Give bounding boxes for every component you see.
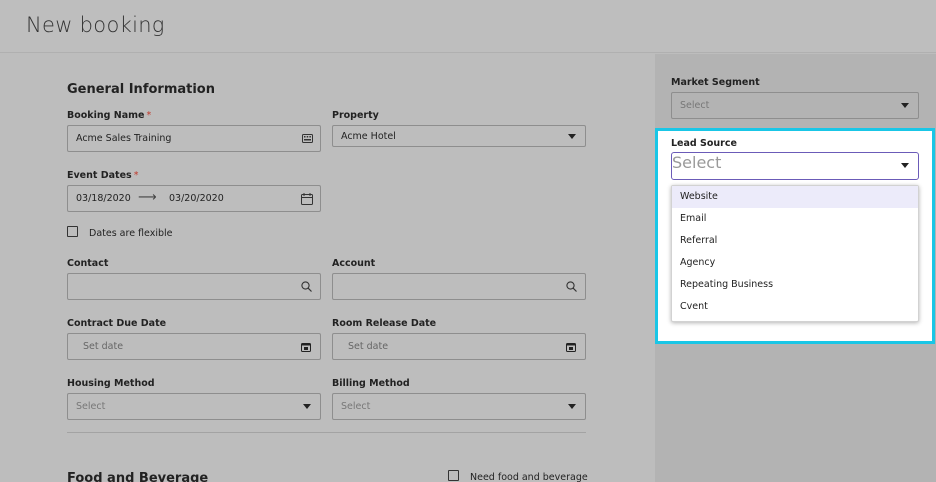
- room-release-placeholder: Set date: [348, 341, 389, 352]
- billing-method-placeholder: Select: [341, 401, 371, 412]
- option-website[interactable]: Website: [672, 186, 918, 208]
- lead-source-placeholder: Select: [672, 153, 722, 172]
- arrow-right-icon: ⟶: [138, 190, 157, 205]
- dates-flexible-label: Dates are flexible: [89, 228, 173, 239]
- event-dates-label: Event Dates *: [67, 170, 139, 181]
- event-start-date: 03/18/2020: [76, 193, 131, 204]
- header-bar: New booking: [0, 0, 936, 53]
- property-select[interactable]: Acme Hotel: [332, 125, 586, 147]
- billing-method-label: Billing Method: [332, 378, 410, 389]
- calendar-icon[interactable]: [301, 193, 313, 208]
- market-segment-placeholder: Select: [680, 100, 710, 111]
- search-icon: [566, 281, 577, 295]
- contract-due-placeholder: Set date: [83, 341, 124, 352]
- chevron-down-icon: [901, 163, 909, 168]
- account-label: Account: [332, 258, 376, 269]
- billing-method-select[interactable]: Select: [332, 393, 586, 420]
- lead-source-label: Lead Source: [671, 138, 737, 149]
- chevron-down-icon: [568, 404, 576, 409]
- calendar-icon[interactable]: [301, 342, 311, 355]
- option-cvent[interactable]: Cvent: [672, 296, 918, 318]
- need-food-label: Need food and beverage: [470, 472, 588, 482]
- contact-search-input[interactable]: [67, 273, 321, 300]
- market-segment-select[interactable]: Select: [671, 92, 919, 119]
- keyboard-icon: [302, 134, 313, 146]
- section-title-general: General Information: [67, 82, 215, 97]
- chevron-down-icon: [901, 103, 909, 108]
- page-title: New booking: [26, 13, 165, 37]
- need-food-checkbox[interactable]: [448, 470, 459, 481]
- account-search-input[interactable]: [332, 273, 586, 300]
- booking-name-label: Booking Name *: [67, 110, 152, 121]
- contact-label: Contact: [67, 258, 109, 269]
- option-agency[interactable]: Agency: [672, 252, 918, 274]
- contract-due-date-input[interactable]: Set date: [67, 333, 321, 360]
- option-referral[interactable]: Referral: [672, 230, 918, 252]
- option-email[interactable]: Email: [672, 208, 918, 230]
- calendar-icon[interactable]: [566, 342, 576, 355]
- housing-method-select[interactable]: Select: [67, 393, 321, 420]
- dates-flexible-checkbox[interactable]: [67, 226, 78, 237]
- housing-method-label: Housing Method: [67, 378, 155, 389]
- contract-due-label: Contract Due Date: [67, 318, 167, 329]
- event-dates-input[interactable]: 03/18/2020 ⟶ 03/20/2020: [67, 185, 321, 212]
- booking-name-value: Acme Sales Training: [76, 133, 172, 144]
- lead-source-select[interactable]: Select: [671, 152, 919, 180]
- room-release-label: Room Release Date: [332, 318, 437, 329]
- market-segment-label: Market Segment: [671, 77, 760, 88]
- search-icon: [301, 281, 312, 295]
- section-divider: [67, 432, 586, 433]
- room-release-date-input[interactable]: Set date: [332, 333, 586, 360]
- lead-source-options: Website Email Referral Agency Repeating …: [671, 185, 919, 322]
- chevron-down-icon: [303, 404, 311, 409]
- option-repeating-business[interactable]: Repeating Business: [672, 274, 918, 296]
- housing-method-placeholder: Select: [76, 401, 106, 412]
- event-end-date: 03/20/2020: [169, 193, 224, 204]
- property-value: Acme Hotel: [341, 131, 396, 142]
- section-title-food: Food and Beverage: [67, 471, 209, 482]
- booking-name-input[interactable]: Acme Sales Training: [67, 125, 321, 152]
- property-label: Property: [332, 110, 379, 121]
- chevron-down-icon: [568, 134, 576, 139]
